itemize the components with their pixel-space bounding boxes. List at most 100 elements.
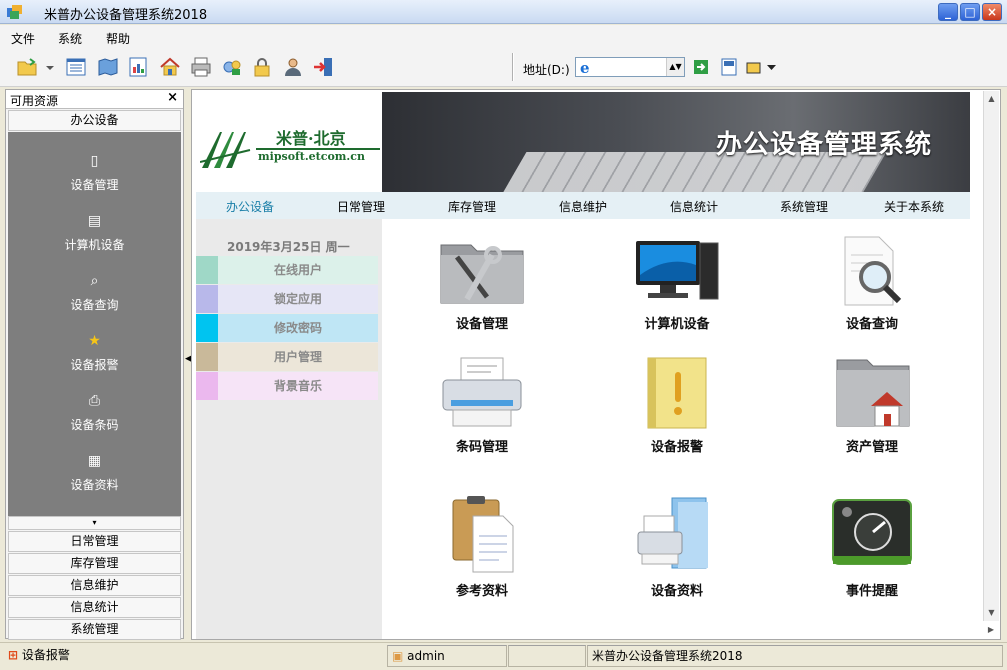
tile-reference-material[interactable]: 参考资料 xyxy=(412,496,552,616)
resource-panel-header: 可用资源 × xyxy=(6,90,183,109)
list-view-icon[interactable] xyxy=(64,55,88,79)
logo-chinese: 米普·北京 xyxy=(276,129,346,148)
close-icon[interactable]: × xyxy=(167,90,178,105)
user-icon[interactable] xyxy=(281,55,305,79)
dropdown-arrow-icon[interactable] xyxy=(44,55,56,79)
address-spinner[interactable]: ▲▼ xyxy=(666,58,684,76)
report-icon[interactable] xyxy=(126,55,150,79)
link-color-bar xyxy=(196,343,218,371)
tile-barcode-management[interactable]: 条码管理 xyxy=(412,356,552,476)
maximize-button[interactable]: □ xyxy=(960,3,980,21)
section-info-maintenance[interactable]: 信息维护 xyxy=(8,575,181,596)
map-icon[interactable] xyxy=(96,55,120,79)
sidebar-item-equipment-barcode[interactable]: ⎙ 设备条码 xyxy=(8,392,181,448)
link-color-bar xyxy=(196,372,218,400)
status-user: ▣ admin xyxy=(387,645,507,667)
more-sections-toggle[interactable]: ▾ xyxy=(8,516,181,530)
tab-info-statistics[interactable]: 信息统计 xyxy=(670,198,718,215)
options-icon[interactable] xyxy=(745,57,779,77)
resource-panel-title: 可用资源 xyxy=(10,94,59,108)
tab-daily[interactable]: 日常管理 xyxy=(337,198,385,215)
status-username: admin xyxy=(407,649,445,663)
tab-inventory[interactable]: 库存管理 xyxy=(448,198,496,215)
tile-event-reminder[interactable]: 事件提醒 xyxy=(802,496,942,616)
tab-system[interactable]: 系统管理 xyxy=(780,198,828,215)
save-icon[interactable] xyxy=(719,57,739,77)
link-user-management[interactable]: 用户管理 xyxy=(196,343,378,371)
sidebar-item-equipment-data[interactable]: ▦ 设备资料 xyxy=(8,452,181,508)
status-message: ⊞ 设备报警 xyxy=(4,645,384,667)
clipboard-icon xyxy=(452,496,514,573)
go-icon[interactable] xyxy=(693,59,709,75)
logo-mark-icon xyxy=(200,132,251,168)
open-folder-icon[interactable] xyxy=(16,55,40,79)
sidebar-item-computer-equipment[interactable]: ▤ 计算机设备 xyxy=(8,212,181,268)
status-text: 设备报警 xyxy=(21,648,70,662)
scroll-down-icon[interactable]: ▼ xyxy=(984,605,999,621)
windows-logo-icon: ⊞ xyxy=(8,648,19,662)
title-bar: 米普办公设备管理系统2018 _ □ × xyxy=(0,0,1007,24)
minimize-button[interactable]: _ xyxy=(938,3,958,21)
status-bar: ⊞ 设备报警 ▣ admin 米普办公设备管理系统2018 xyxy=(0,642,1007,670)
exit-icon[interactable] xyxy=(312,55,336,79)
section-daily[interactable]: 日常管理 xyxy=(8,531,181,552)
menu-help[interactable]: 帮助 xyxy=(106,30,130,47)
sidebar-item-equipment-query[interactable]: ⌕ 设备查询 xyxy=(8,272,181,328)
address-input[interactable]: e ▲▼ xyxy=(575,57,685,77)
home-folder-icon xyxy=(836,359,910,427)
home-icon[interactable] xyxy=(158,55,182,79)
vertical-scrollbar[interactable]: ▲ ▼ xyxy=(983,91,999,621)
tile-equipment-management[interactable]: 设备管理 xyxy=(412,235,552,355)
link-background-music[interactable]: 背景音乐 xyxy=(196,372,378,400)
toolbar: 地址(D:) e ▲▼ xyxy=(0,47,1007,87)
tile-equipment-query[interactable]: 设备查询 xyxy=(802,235,942,355)
link-online-users[interactable]: 在线用户 xyxy=(196,256,378,284)
current-date: 2019年3月25日 周一 xyxy=(227,240,350,254)
panel-splitter[interactable]: ◀ xyxy=(184,89,192,639)
logo-english: mipsoft.etcom.cn xyxy=(258,150,365,163)
section-office-equipment[interactable]: 办公设备 xyxy=(8,110,181,131)
app-icon xyxy=(7,5,22,19)
star-icon: ★ xyxy=(88,333,101,349)
main-content: 米普·北京 mipsoft.etcom.cn 办公设备管理系统 办公设备 日常管… xyxy=(191,89,1001,640)
gauge-icon xyxy=(832,499,912,565)
browser-icon: e xyxy=(580,59,590,77)
document-icon: ▯ xyxy=(90,153,99,169)
tab-office-equipment[interactable]: 办公设备 xyxy=(226,198,274,215)
section-inventory[interactable]: 库存管理 xyxy=(8,553,181,574)
menu-file[interactable]: 文件 xyxy=(11,30,35,47)
section-info-statistics[interactable]: 信息统计 xyxy=(8,597,181,618)
section-system[interactable]: 系统管理 xyxy=(8,619,181,640)
sidebar-item-equipment-management[interactable]: ▯ 设备管理 xyxy=(8,152,181,208)
clipboard-icon: ▤ xyxy=(87,213,102,229)
tab-about[interactable]: 关于本系统 xyxy=(884,198,944,215)
tools-folder-icon xyxy=(440,244,524,304)
status-empty xyxy=(508,645,586,667)
office-equipment-list: ▯ 设备管理 ▤ 计算机设备 ⌕ 设备查询 ★ 设备报警 ⎙ 设备条码 ▦ 设备… xyxy=(8,132,181,516)
scroll-end-icon[interactable]: ▶ xyxy=(983,621,999,639)
banner-image: 办公设备管理系统 xyxy=(382,92,970,192)
status-app: 米普办公设备管理系统2018 xyxy=(587,645,1003,667)
tile-computer-equipment[interactable]: 计算机设备 xyxy=(607,235,747,355)
window-title: 米普办公设备管理系统2018 xyxy=(44,8,208,23)
close-button[interactable]: × xyxy=(982,3,1002,21)
sidebar-item-equipment-alert[interactable]: ★ 设备报警 xyxy=(8,332,181,388)
lock-icon[interactable] xyxy=(250,55,274,79)
menu-system[interactable]: 系统 xyxy=(58,30,82,47)
tools-icon[interactable] xyxy=(220,55,244,79)
tab-info-maintenance[interactable]: 信息维护 xyxy=(559,198,607,215)
print-icon[interactable] xyxy=(189,55,213,79)
scroll-up-icon[interactable]: ▲ xyxy=(984,91,999,107)
link-color-bar xyxy=(196,314,218,342)
link-change-password[interactable]: 修改密码 xyxy=(196,314,378,342)
table-icon: ▦ xyxy=(87,453,102,469)
magnifier-icon: ⌕ xyxy=(90,273,99,289)
tile-equipment-alert[interactable]: 设备报警 xyxy=(607,356,747,476)
tile-equipment-data[interactable]: 设备资料 xyxy=(607,496,747,616)
search-document-icon xyxy=(844,236,902,306)
logo: 米普·北京 mipsoft.etcom.cn xyxy=(196,92,382,192)
tile-asset-management[interactable]: 资产管理 xyxy=(802,356,942,476)
link-color-bar xyxy=(196,285,218,313)
computer-icon xyxy=(636,241,719,300)
link-lock-app[interactable]: 锁定应用 xyxy=(196,285,378,313)
